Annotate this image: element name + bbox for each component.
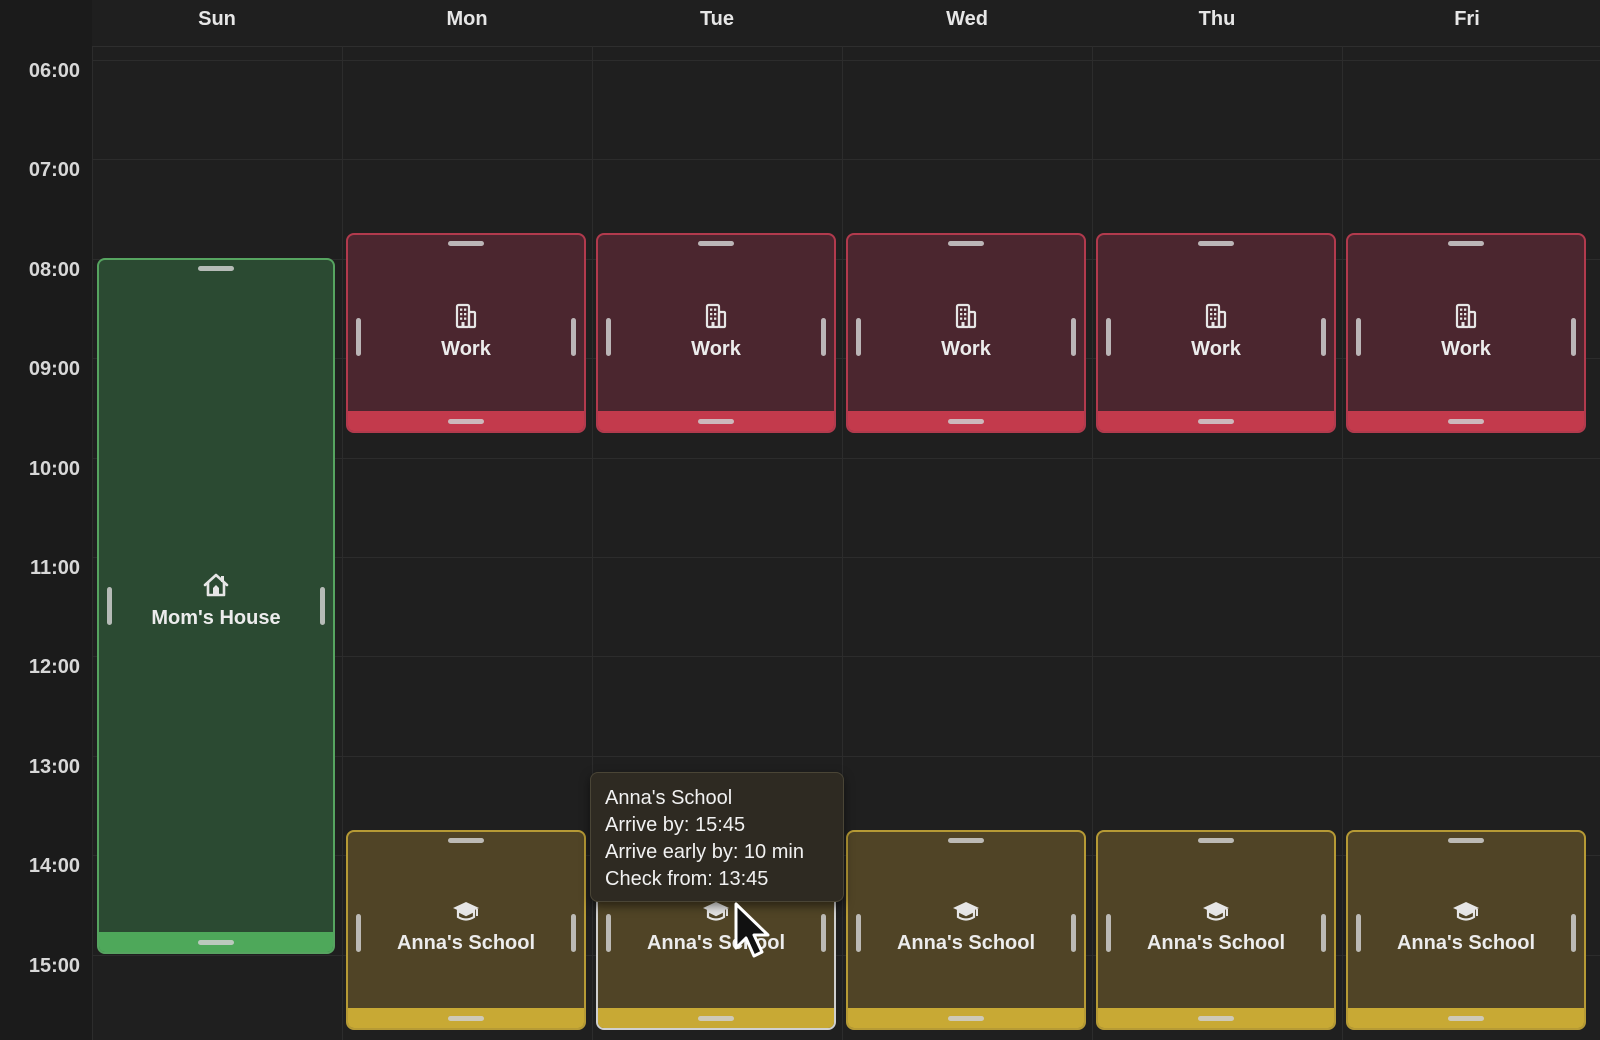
event-label: Work: [691, 338, 741, 360]
time-label: 08:00: [28, 258, 80, 281]
day-header-mon: Mon: [446, 8, 488, 30]
event-content: Work: [848, 303, 1084, 361]
event-label: Work: [441, 338, 491, 360]
time-label: 09:00: [28, 358, 80, 381]
resize-handle-top[interactable]: [1448, 241, 1484, 246]
time-gutter: [0, 0, 93, 1040]
graduation-cap-icon: [598, 899, 834, 928]
event-annas-school-thu[interactable]: Anna's School: [1096, 830, 1336, 1030]
resize-handle-bottom[interactable]: [1448, 419, 1484, 424]
building-icon: [348, 303, 584, 334]
event-work-wed[interactable]: Work: [846, 233, 1086, 433]
resize-handle-bottom[interactable]: [1198, 419, 1234, 424]
resize-handle-top[interactable]: [448, 838, 484, 843]
graduation-cap-icon: [1098, 899, 1334, 928]
resize-handle-bottom[interactable]: [448, 419, 484, 424]
graduation-cap-icon: [1348, 899, 1584, 928]
event-content: Anna's School: [598, 899, 834, 955]
tooltip-check-from: Check from: 13:45: [605, 868, 769, 890]
event-annas-school-fri[interactable]: Anna's School: [1346, 830, 1586, 1030]
building-icon: [598, 303, 834, 334]
event-content: Work: [1098, 303, 1334, 361]
event-label: Anna's School: [396, 932, 536, 954]
resize-handle-top[interactable]: [198, 266, 234, 271]
event-content: Work: [598, 303, 834, 361]
graduation-cap-icon: [848, 899, 1084, 928]
resize-handle-top[interactable]: [1198, 241, 1234, 246]
event-label: Anna's School: [1396, 932, 1536, 954]
event-work-tue[interactable]: Work: [596, 233, 836, 433]
event-moms-house[interactable]: Mom's House: [97, 258, 335, 954]
day-divider: [1092, 46, 1093, 1040]
event-content: Anna's School: [348, 899, 584, 955]
event-content: Mom's House: [99, 572, 333, 630]
event-label: Mom's House: [151, 607, 281, 629]
day-divider: [342, 46, 343, 1040]
event-work-fri[interactable]: Work: [1346, 233, 1586, 433]
tooltip-arrive-by: Arrive by: 15:45: [605, 814, 746, 836]
event-label: Anna's School: [646, 932, 786, 954]
day-header-sun: Sun: [198, 8, 236, 30]
day-header-fri: Fri: [1454, 8, 1480, 30]
time-label: 06:00: [28, 60, 80, 82]
tooltip-arrive-early: Arrive early by: 10 min: [605, 841, 804, 863]
building-icon: [1098, 303, 1334, 334]
event-label: Work: [1191, 338, 1241, 360]
graduation-cap-icon: [348, 899, 584, 928]
resize-handle-bottom[interactable]: [698, 1016, 734, 1021]
event-content: Work: [348, 303, 584, 361]
time-label: 10:00: [28, 457, 80, 480]
time-label: 07:00: [28, 159, 80, 182]
time-label: 12:00: [28, 656, 80, 679]
calendar-week-view: 06:00 07:00 08:00 09:00 10:00 11:00 12:00 13:00…: [0, 0, 1600, 1040]
event-content: Anna's School: [1098, 899, 1334, 955]
event-annas-school-mon[interactable]: Anna's School: [346, 830, 586, 1030]
resize-handle-bottom[interactable]: [1198, 1016, 1234, 1021]
resize-handle-top[interactable]: [948, 241, 984, 246]
day-header-wed: Wed: [946, 8, 988, 30]
event-annas-school-wed[interactable]: Anna's School: [846, 830, 1086, 1030]
resize-handle-bottom[interactable]: [948, 1016, 984, 1021]
event-label: Work: [1441, 338, 1491, 360]
event-label: Work: [941, 338, 991, 360]
time-label: 11:00: [29, 557, 80, 579]
resize-handle-bottom[interactable]: [698, 419, 734, 424]
event-content: Anna's School: [1348, 899, 1584, 955]
resize-handle-top[interactable]: [698, 241, 734, 246]
building-icon: [848, 303, 1084, 334]
hour-line: [92, 159, 1600, 161]
day-divider: [1342, 46, 1343, 1040]
time-label: 14:00: [28, 855, 80, 878]
resize-handle-bottom[interactable]: [948, 419, 984, 424]
resize-handle-bottom[interactable]: [1448, 1016, 1484, 1021]
hour-line: [92, 60, 1600, 61]
event-work-thu[interactable]: Work: [1096, 233, 1336, 433]
time-label: 13:00: [28, 755, 80, 778]
event-work-mon[interactable]: Work: [346, 233, 586, 433]
resize-handle-top[interactable]: [1198, 838, 1234, 843]
house-icon: [99, 572, 333, 603]
event-content: Anna's School: [848, 899, 1084, 955]
resize-handle-top[interactable]: [948, 838, 984, 843]
event-label: Anna's School: [1146, 932, 1286, 954]
tooltip-title: Anna's School: [605, 787, 733, 809]
time-label: 15:00: [28, 954, 80, 977]
resize-handle-bottom[interactable]: [198, 940, 234, 945]
building-icon: [1348, 303, 1584, 334]
resize-handle-top[interactable]: [1448, 838, 1484, 843]
day-header-thu: Thu: [1198, 8, 1236, 30]
day-header-tue: Tue: [699, 8, 735, 30]
event-label: Anna's School: [896, 932, 1036, 954]
event-tooltip: Anna's School Arrive by: 15:45 Arrive ea…: [590, 772, 844, 902]
mouse-cursor-icon: [734, 902, 770, 958]
event-content: Work: [1348, 303, 1584, 361]
resize-handle-top[interactable]: [448, 241, 484, 246]
resize-handle-bottom[interactable]: [448, 1016, 484, 1021]
